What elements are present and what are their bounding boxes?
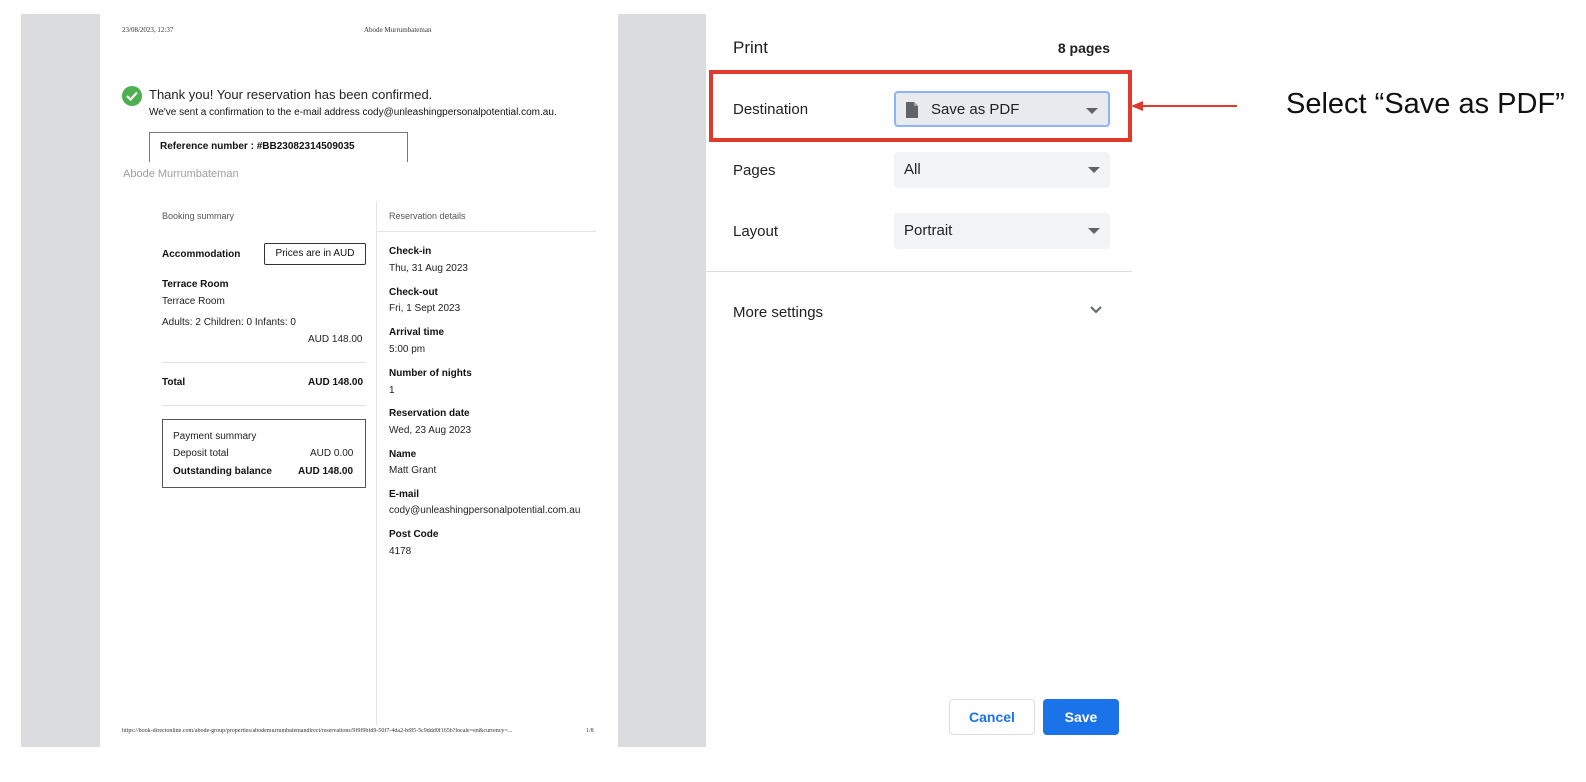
detail-value-email: cody@unleashingpersonalpotential.com.au: [389, 505, 581, 516]
layout-value: Portrait: [904, 222, 953, 239]
pages-label: Pages: [733, 162, 776, 179]
preview-page: 23/08/2023, 12:37 Abode Murrumbateman Th…: [100, 14, 618, 747]
detail-value-checkin: Thu, 31 Aug 2023: [389, 263, 468, 274]
column-divider: [376, 201, 377, 725]
dropdown-arrow-icon: [1088, 228, 1100, 234]
booking-summary-heading: Booking summary: [162, 211, 235, 221]
outstanding-label: Outstanding balance: [173, 466, 272, 477]
detail-label-arrival: Arrival time: [389, 327, 445, 338]
page-header-title: Abode Murrumbateman: [364, 26, 432, 34]
detail-value-arrival: 5:00 pm: [389, 344, 426, 355]
layout-label: Layout: [733, 223, 779, 240]
reference-number: Reference number : #BB23082314509035: [160, 141, 355, 152]
detail-label-reservation-date: Reservation date: [389, 408, 470, 419]
total-label: Total: [162, 377, 186, 388]
page-footer-number: 1/8: [586, 728, 594, 734]
prices-currency-button: Prices are in AUD: [264, 243, 366, 265]
page-footer-url: https://book-directonline.com/abode-grou…: [122, 728, 513, 734]
guest-counts: Adults: 2 Children: 0 Infants: 0: [162, 317, 296, 328]
pages-value: All: [904, 161, 921, 178]
accommodation-label: Accommodation: [162, 249, 241, 260]
total-divider: [162, 405, 366, 406]
room-price: AUD 148.00: [308, 334, 363, 345]
settings-divider: [706, 271, 1132, 272]
confirmation-title: Thank you! Your reservation has been con…: [149, 87, 433, 102]
detail-label-postcode: Post Code: [389, 529, 439, 540]
detail-value-checkout: Fri, 1 Sept 2023: [389, 303, 461, 314]
payment-summary-heading: Payment summary: [173, 431, 257, 442]
page-count: 8 pages: [1057, 40, 1110, 56]
detail-label-nights: Number of nights: [389, 368, 472, 379]
more-settings-toggle[interactable]: More settings: [733, 304, 823, 321]
instruction-callout: Select “Save as PDF”: [1286, 88, 1565, 120]
dropdown-arrow-icon: [1088, 167, 1100, 173]
detail-label-checkin: Check-in: [389, 246, 432, 257]
detail-label-name: Name: [389, 449, 417, 460]
detail-value-nights: 1: [389, 385, 395, 396]
destination-highlight-box: [709, 70, 1132, 142]
summary-divider: [162, 362, 366, 363]
detail-value-reservation-date: Wed, 23 Aug 2023: [389, 425, 472, 436]
confirmation-message: We've sent a confirmation to the e-mail …: [149, 107, 557, 118]
reservation-details-heading: Reservation details: [389, 211, 466, 221]
pages-select[interactable]: All: [894, 152, 1110, 188]
page-header-datetime: 23/08/2023, 12:37: [122, 26, 174, 34]
room-name: Terrace Room: [162, 279, 229, 290]
save-button[interactable]: Save: [1043, 699, 1119, 735]
outstanding-value: AUD 148.00: [298, 466, 354, 477]
detail-label-email: E-mail: [389, 489, 420, 500]
details-header-rule: [376, 231, 596, 232]
total-value: AUD 148.00: [308, 377, 364, 388]
checkmark-icon: [122, 86, 142, 106]
arrow-left-icon: [1131, 101, 1237, 111]
detail-label-checkout: Check-out: [389, 287, 438, 298]
room-type: Terrace Room: [162, 296, 225, 307]
deposit-label: Deposit total: [173, 448, 229, 459]
print-title: Print: [733, 38, 768, 57]
chevron-down-icon[interactable]: [1090, 306, 1102, 314]
hotel-name: Abode Murrumbateman: [123, 168, 239, 180]
detail-value-postcode: 4178: [389, 546, 412, 557]
deposit-value: AUD 0.00: [310, 448, 354, 459]
detail-value-name: Matt Grant: [389, 465, 437, 476]
layout-select[interactable]: Portrait: [894, 213, 1110, 249]
cancel-button[interactable]: Cancel: [949, 699, 1035, 735]
